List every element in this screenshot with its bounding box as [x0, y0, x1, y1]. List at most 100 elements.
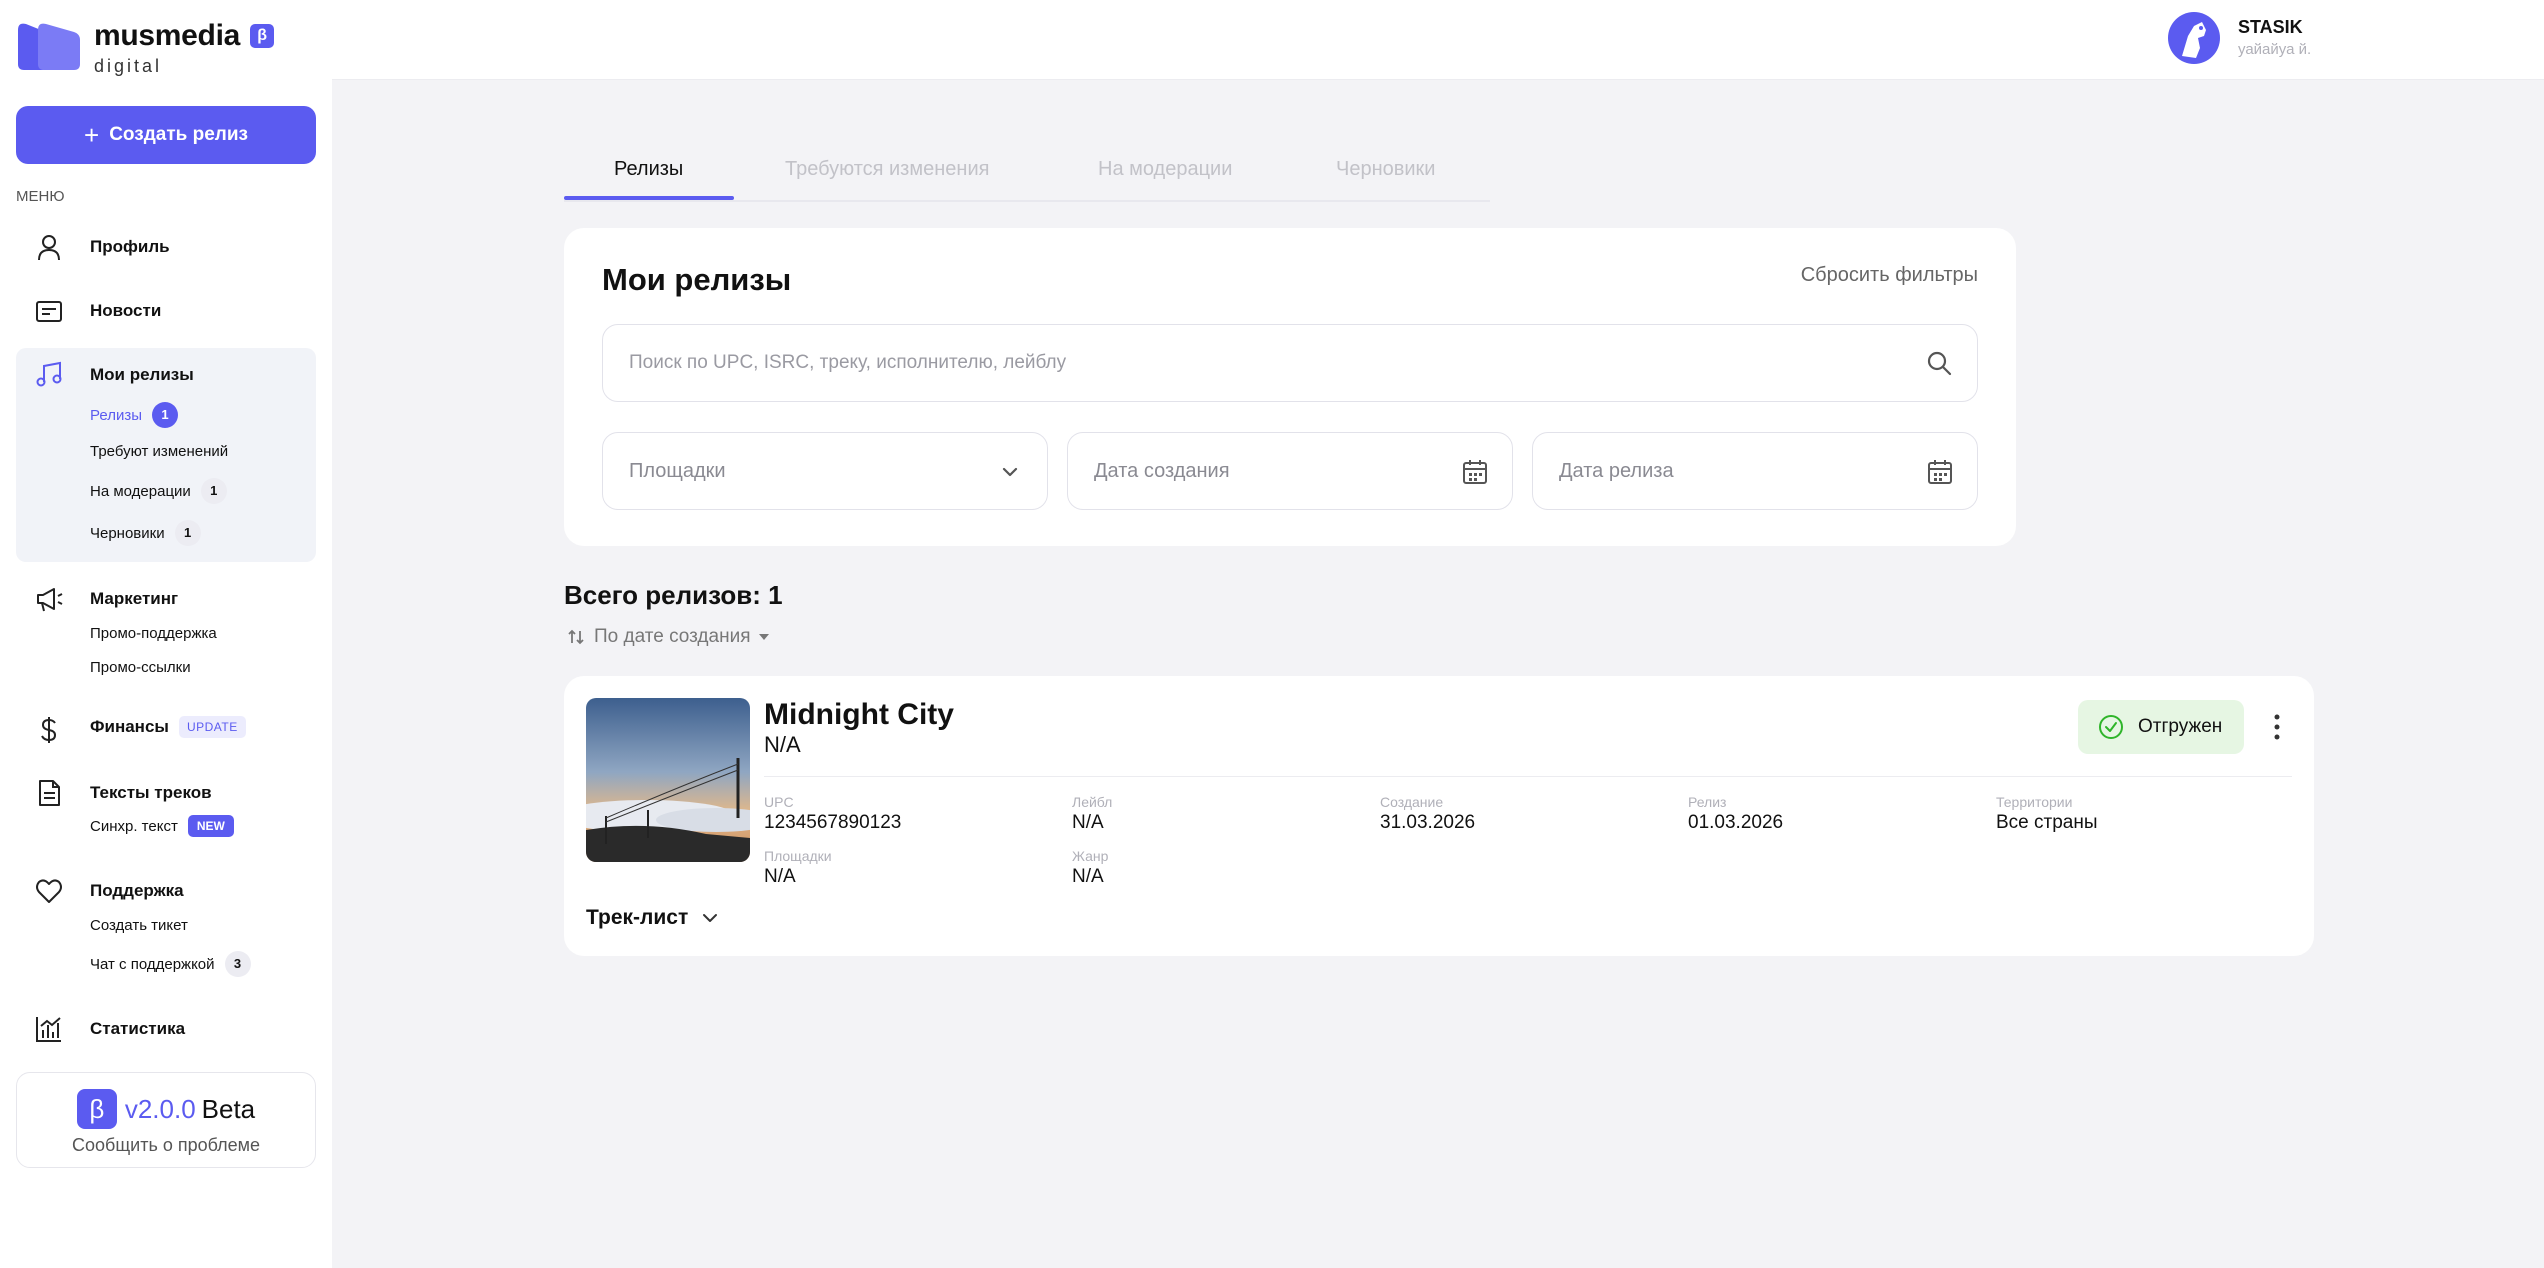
count-badge: 3 [224, 951, 251, 977]
territory-label: Территории [1996, 794, 2073, 810]
sidebar-item-support-chat[interactable]: Чат с поддержкой 3 [90, 951, 251, 977]
version-word: Beta [201, 1093, 256, 1124]
territory-value: Все страны [1996, 812, 2098, 833]
tab-moderation[interactable]: На модерации [1098, 158, 1232, 181]
dollar-icon [41, 717, 57, 743]
avatar[interactable] [2168, 12, 2220, 64]
sidebar-item-profile[interactable]: Профиль [90, 237, 170, 257]
create-release-button[interactable]: + Создать релиз [16, 106, 316, 164]
user-icon [38, 235, 60, 261]
caret-down-icon [759, 634, 770, 640]
divider [764, 776, 2292, 777]
sidebar-item-news[interactable]: Новости [90, 301, 161, 321]
tab-releases[interactable]: Релизы [614, 158, 683, 181]
sidebar-item-label: Релизы [90, 406, 142, 424]
release-date-value: 01.03.2026 [1688, 812, 1784, 833]
chevron-down-icon [703, 914, 718, 922]
reset-filters-button[interactable]: Сбросить фильтры [1801, 264, 1978, 287]
search-icon [1927, 351, 1952, 376]
sidebar-item-my-releases[interactable]: Мои релизы [90, 365, 194, 385]
sidebar-item-stats[interactable]: Статистика [90, 1019, 185, 1039]
filter-card: Мои релизы Сбросить фильтры Поиск по UPC… [564, 228, 2016, 546]
release-cover-image[interactable] [586, 698, 750, 862]
created-date-placeholder: Дата создания [1094, 460, 1230, 482]
sidebar-item-marketing[interactable]: Маркетинг [90, 589, 178, 609]
sidebar-item-drafts[interactable]: Черновики 1 [90, 520, 201, 546]
logo[interactable]: musmedia β digital [16, 20, 274, 77]
count-badge: 1 [200, 478, 227, 504]
genre-label: Жанр [1072, 848, 1109, 864]
sidebar-item-support[interactable]: Поддержка [90, 881, 184, 901]
platforms-placeholder: Площадки [629, 460, 726, 482]
sort-icon [568, 629, 584, 645]
release-card[interactable]: Midnight City N/A Отгружен UPC 123456789… [564, 676, 2314, 956]
new-tag: NEW [187, 815, 234, 837]
search-input[interactable]: Поиск по UPC, ISRC, треку, исполнителю, … [602, 324, 1978, 402]
beta-badge: β [250, 24, 274, 48]
brand-name: musmedia [94, 19, 240, 52]
sidebar-item-promo-support[interactable]: Промо-поддержка [90, 625, 217, 642]
count-badge: 1 [174, 520, 201, 546]
megaphone-icon [37, 588, 63, 612]
search-placeholder: Поиск по UPC, ISRC, треку, исполнителю, … [629, 352, 1067, 373]
status-badge: Отгружен [2078, 700, 2244, 754]
label-value: N/A [1072, 812, 1104, 833]
sidebar-item-finance[interactable]: Финансы UPDATE [90, 716, 246, 738]
plus-icon: + [84, 120, 100, 150]
release-tabs: Релизы Требуются изменения На модерации … [564, 140, 1490, 202]
create-release-label: Создать релиз [109, 124, 248, 145]
sidebar-item-label: Чат с поддержкой [90, 955, 215, 973]
version-number: v2.0.0 [124, 1093, 196, 1124]
sort-label: По дате создания [594, 626, 751, 647]
platforms-select[interactable]: Площадки [602, 432, 1048, 510]
music-note-icon [36, 361, 62, 387]
document-icon [39, 780, 60, 806]
sidebar-item-label: Черновики [90, 524, 165, 542]
report-problem-link[interactable]: Сообщить о проблеме [17, 1135, 315, 1156]
heart-icon [36, 879, 62, 903]
sidebar-item-label: Требуют изменений [90, 443, 229, 460]
sidebar-item-releases[interactable]: Релизы 1 [90, 402, 178, 428]
sidebar-item-moderation[interactable]: На модерации 1 [90, 478, 227, 504]
menu-label: МЕНЮ [16, 188, 65, 205]
brand-sub: digital [94, 56, 163, 76]
check-circle-icon [2099, 715, 2123, 739]
created-value: 31.03.2026 [1380, 812, 1476, 833]
chevron-down-icon [1002, 467, 1018, 477]
sort-control[interactable]: По дате создания [566, 626, 772, 648]
tab-drafts[interactable]: Черновики [1336, 158, 1435, 181]
genre-value: N/A [1072, 866, 1104, 887]
version-box[interactable]: β v2.0.0 Beta Сообщить о проблеме [16, 1072, 316, 1168]
created-date-field[interactable]: Дата создания [1067, 432, 1513, 510]
upc-label: UPC [764, 794, 794, 810]
more-vertical-icon[interactable] [2270, 712, 2284, 742]
sidebar-item-needs-changes[interactable]: Требуют изменений [90, 443, 228, 460]
tab-needs-changes[interactable]: Требуются изменения [785, 158, 989, 181]
release-date-field[interactable]: Дата релиза [1532, 432, 1978, 510]
sidebar-item-create-ticket[interactable]: Создать тикет [90, 917, 188, 934]
sidebar-item-sync-text[interactable]: Синхр. текст NEW [90, 815, 234, 837]
platforms-label: Площадки [764, 848, 832, 864]
sidebar-item-label: На модерации [90, 482, 191, 500]
update-tag: UPDATE [178, 716, 246, 738]
sidebar-item-promo-links[interactable]: Промо-ссылки [90, 659, 191, 676]
platforms-value: N/A [764, 866, 796, 887]
sidebar: musmedia β digital + Создать релиз МЕНЮ П… [0, 0, 332, 1268]
release-date-placeholder: Дата релиза [1559, 460, 1674, 482]
sidebar-item-label: Финансы [90, 717, 169, 736]
news-icon [36, 301, 62, 322]
user-name[interactable]: STASIK [2238, 17, 2303, 38]
tracklist-toggle[interactable]: Трек-лист [586, 906, 722, 930]
count-badge: 1 [151, 402, 178, 428]
total-releases: Всего релизов: 1 [564, 580, 783, 610]
calendar-icon [1463, 460, 1487, 484]
upc-value: 1234567890123 [764, 812, 902, 833]
release-date-label: Релиз [1688, 794, 1727, 810]
page-title: Мои релизы [602, 262, 792, 297]
release-artist: N/A [764, 732, 801, 757]
status-label: Отгружен [2138, 716, 2223, 737]
created-label: Создание [1380, 794, 1444, 810]
calendar-icon [1928, 460, 1952, 484]
sidebar-item-lyrics[interactable]: Тексты треков [90, 783, 212, 803]
release-title[interactable]: Midnight City [764, 698, 954, 732]
